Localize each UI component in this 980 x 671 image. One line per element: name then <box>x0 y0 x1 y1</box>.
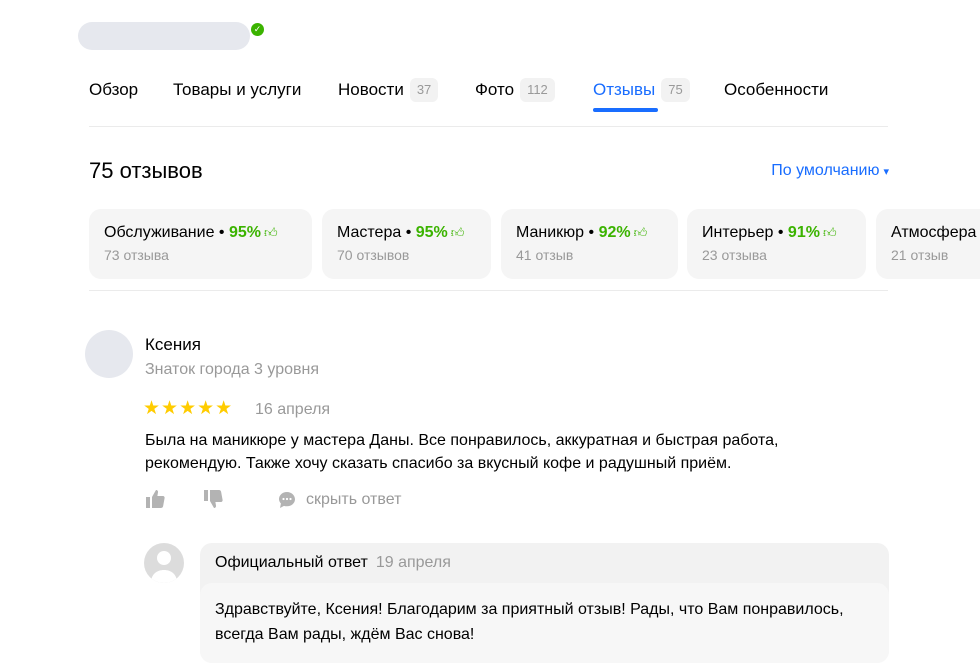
aspect-name: Обслуживание <box>104 224 215 241</box>
author-level: Знаток города 3 уровня <box>145 361 320 378</box>
aspect-chip-manicure[interactable]: Маникюр • 92% 👍︎ 41 отзыв <box>501 209 678 279</box>
tab-news[interactable]: Новости 37 <box>338 78 439 125</box>
sort-label: По умолчанию <box>771 162 880 179</box>
sort-dropdown[interactable]: По умолчанию ▾ <box>771 161 889 182</box>
aspect-percent: 95% <box>228 224 262 241</box>
review-date: 16 апреля <box>255 401 331 418</box>
tab-overview[interactable]: Обзор <box>89 78 138 125</box>
tab-count-badge: 37 <box>409 78 439 102</box>
aspect-separator: • <box>214 224 229 241</box>
avatar[interactable] <box>85 330 133 378</box>
verified-check-icon: ✓ <box>251 23 264 36</box>
chevron-down-icon: ▾ <box>883 166 889 178</box>
review-author-name[interactable]: Ксения <box>145 334 201 356</box>
tab-label: Отзывы <box>593 80 656 99</box>
thumb-up-icon: 👍︎ <box>633 225 648 240</box>
tab-count-badge: 112 <box>520 78 555 102</box>
aspect-chip-masters[interactable]: Мастера • 95% 👍︎ 70 отзывов <box>322 209 491 279</box>
aspect-count: 21 отзыв <box>891 247 949 263</box>
aspect-name: Атмосфера <box>891 224 977 241</box>
thumb-up-icon: 👍︎ <box>450 225 465 240</box>
aspect-count: 23 отзыва <box>702 247 767 263</box>
business-name-placeholder <box>78 22 250 50</box>
business-avatar <box>144 543 184 583</box>
reviews-count-title: 75 отзывов <box>89 158 203 183</box>
aspect-percent: 95% <box>415 224 448 241</box>
review-text: Была на маникюре у мастера Даны. Все пон… <box>145 432 779 472</box>
active-tab-indicator <box>593 108 658 112</box>
aspect-separator: • <box>584 224 599 241</box>
aspect-separator: • <box>401 224 416 241</box>
thumb-down-icon <box>204 490 223 508</box>
tab-bar: Обзор Товары и услуги Новости 37 Фото 11… <box>89 78 888 127</box>
tab-label: Новости <box>338 80 404 99</box>
aspect-name: Интерьер <box>702 224 774 241</box>
tab-label: Особенности <box>724 80 829 99</box>
aspect-percent: 91% <box>787 224 820 241</box>
thumb-up-icon: 👍︎ <box>264 225 278 240</box>
hide-reply-label: скрыть ответ <box>306 491 402 508</box>
aspect-name: Мастера <box>337 224 402 241</box>
tab-goods-services[interactable]: Товары и услуги <box>173 78 301 125</box>
aspect-name: Маникюр <box>516 224 585 241</box>
section-divider <box>89 290 888 291</box>
aspect-chip-interior[interactable]: Интерьер • 91% 👍︎ 23 отзыва <box>687 209 866 279</box>
tab-label: Товары и услуги <box>173 80 302 99</box>
aspect-chip-service[interactable]: Обслуживание • 95% 👍︎ 73 отзыва <box>89 209 312 279</box>
aspect-filter-list: Обслуживание • 95% 👍︎ 73 отзыва Мастера •… <box>89 209 980 279</box>
tab-features[interactable]: Особенности <box>724 78 828 125</box>
user-silhouette-icon <box>151 551 177 583</box>
tab-count-badge: 75 <box>661 78 690 102</box>
hide-reply-button[interactable]: скрыть ответ <box>278 490 401 510</box>
reply-title: Официальный ответ <box>215 554 368 571</box>
tab-label: Фото <box>475 80 515 99</box>
official-reply: Официальный ответ 19 апреля Здравствуйте,… <box>200 543 889 663</box>
aspect-count: 70 отзывов <box>337 247 410 263</box>
like-button[interactable] <box>145 489 165 514</box>
aspect-chip-atmosphere[interactable]: Атмосфера 21 отзыв <box>876 209 980 279</box>
thumb-up-icon <box>146 490 165 508</box>
tab-reviews[interactable]: Отзывы 75 <box>593 78 690 125</box>
reply-date: 19 апреля <box>375 554 451 571</box>
reply-text: Здравствуйте, Ксения! Благодарим за прия… <box>200 583 889 663</box>
aspect-count: 73 отзыва <box>104 247 169 263</box>
thumb-up-icon: 👍︎ <box>822 225 837 240</box>
aspect-count: 41 отзыв <box>516 247 574 263</box>
star-rating: ★★★★★ <box>143 398 234 419</box>
aspect-separator: • <box>773 224 788 241</box>
dislike-button[interactable] <box>203 489 223 514</box>
tab-label: Обзор <box>89 80 139 99</box>
comment-icon <box>279 492 295 508</box>
aspect-percent: 92% <box>598 224 631 241</box>
tab-photos[interactable]: Фото 112 <box>475 78 555 125</box>
